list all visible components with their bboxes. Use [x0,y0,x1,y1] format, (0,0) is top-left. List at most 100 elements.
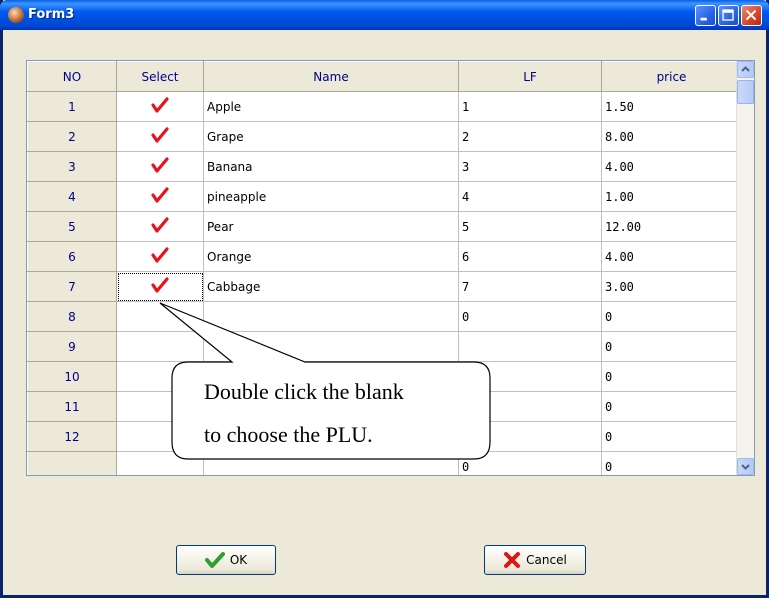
select-cell[interactable] [116,391,204,422]
title-bar[interactable]: Form3 [0,0,769,30]
row-number-cell[interactable]: 3 [27,151,117,182]
lf-cell[interactable]: 0 [458,301,602,332]
lf-cell[interactable]: 2 [458,121,602,152]
header-row: NO Select Name LF price [27,61,742,92]
app-icon[interactable] [8,7,24,23]
select-cell[interactable] [116,361,204,392]
name-cell[interactable]: Grape [203,121,459,152]
table-row[interactable]: 11 0 [27,391,742,422]
price-cell[interactable]: 4.00 [601,151,742,182]
price-cell[interactable]: 0 [601,451,742,475]
checkmark-icon [151,157,169,173]
table-row[interactable]: 7 Cabbage 7 3.00 [27,271,742,302]
table-row[interactable]: 5 Pear 5 12.00 [27,211,742,242]
select-cell[interactable] [116,91,204,122]
vertical-scrollbar[interactable] [736,61,754,475]
price-cell[interactable]: 0 [601,361,742,392]
close-button[interactable] [741,5,762,26]
name-cell[interactable]: Cabbage [203,271,459,302]
lf-cell[interactable]: 0 [458,421,602,452]
lf-cell[interactable]: 4 [458,181,602,212]
name-cell[interactable]: Orange [203,241,459,272]
price-cell[interactable]: 12.00 [601,211,742,242]
table-row[interactable]: 1 Apple 1 1.50 [27,91,742,122]
select-cell[interactable] [116,271,204,302]
price-cell[interactable]: 0 [601,301,742,332]
lf-cell[interactable]: 7 [458,271,602,302]
name-cell[interactable] [203,421,459,452]
table-row[interactable]: 6 Orange 6 4.00 [27,241,742,272]
name-cell[interactable] [203,331,459,362]
row-number-cell[interactable]: 12 [27,421,117,452]
lf-cell[interactable]: 6 [458,241,602,272]
chevron-down-icon [741,464,750,470]
row-number-cell[interactable]: 8 [27,301,117,332]
lf-cell[interactable] [458,361,602,392]
lf-cell[interactable]: 3 [458,151,602,182]
name-cell[interactable] [203,451,459,475]
row-number-cell[interactable]: 7 [27,271,117,302]
row-number-cell[interactable]: 11 [27,391,117,422]
table-row[interactable]: 10 0 [27,361,742,392]
table-row[interactable]: 12 0 0 [27,421,742,452]
cancel-button[interactable]: Cancel [484,545,586,575]
select-cell[interactable] [116,421,204,452]
table-row[interactable]: 2 Grape 2 8.00 [27,121,742,152]
close-icon [745,9,757,21]
table-row[interactable]: 90 [27,331,742,362]
name-cell[interactable]: pineapple [203,181,459,212]
table-row[interactable]: 3 Banana 3 4.00 [27,151,742,182]
column-header-price[interactable]: price [601,61,742,92]
price-cell[interactable]: 1.00 [601,181,742,212]
row-number-cell[interactable] [27,451,117,475]
name-cell[interactable] [203,361,459,392]
checkmark-icon [151,277,169,293]
column-header-no[interactable]: NO [27,61,117,92]
select-cell[interactable] [116,301,204,332]
select-cell[interactable] [116,121,204,152]
price-cell[interactable]: 3.00 [601,271,742,302]
price-cell[interactable]: 4.00 [601,241,742,272]
select-cell[interactable] [116,331,204,362]
lf-cell[interactable] [458,391,602,422]
ok-button[interactable]: OK [176,545,276,575]
row-number-cell[interactable]: 1 [27,91,117,122]
table-row[interactable]: 4 pineapple 4 1.00 [27,181,742,212]
maximize-button[interactable] [718,5,739,26]
scroll-up-button[interactable] [737,61,754,78]
lf-cell[interactable]: 1 [458,91,602,122]
row-number-cell[interactable]: 5 [27,211,117,242]
table-row[interactable]: 8 00 [27,301,742,332]
column-header-lf[interactable]: LF [458,61,602,92]
select-cell[interactable] [116,181,204,212]
lf-cell[interactable]: 5 [458,211,602,242]
name-cell[interactable]: Apple [203,91,459,122]
name-cell[interactable]: Banana [203,151,459,182]
column-header-name[interactable]: Name [203,61,459,92]
select-cell[interactable] [116,151,204,182]
lf-cell[interactable]: 0 [458,451,602,475]
row-number-cell[interactable]: 2 [27,121,117,152]
price-cell[interactable]: 8.00 [601,121,742,152]
column-header-select[interactable]: Select [116,61,204,92]
select-cell[interactable] [116,241,204,272]
name-cell[interactable] [203,301,459,332]
price-cell[interactable]: 0 [601,391,742,422]
price-cell[interactable]: 1.50 [601,91,742,122]
plu-grid[interactable]: NO Select Name LF price 1 Apple 1 1.50 2 Grap… [26,60,755,476]
name-cell[interactable] [203,391,459,422]
row-number-cell[interactable]: 9 [27,331,117,362]
minimize-button[interactable] [695,5,716,26]
table-row[interactable]: 00 [27,451,742,475]
price-cell[interactable]: 0 [601,421,742,452]
row-number-cell[interactable]: 6 [27,241,117,272]
scroll-down-button[interactable] [737,458,754,475]
row-number-cell[interactable]: 10 [27,361,117,392]
select-cell[interactable] [116,451,204,475]
lf-cell[interactable] [458,331,602,362]
scroll-thumb[interactable] [737,80,754,104]
price-cell[interactable]: 0 [601,331,742,362]
name-cell[interactable]: Pear [203,211,459,242]
row-number-cell[interactable]: 4 [27,181,117,212]
select-cell[interactable] [116,211,204,242]
